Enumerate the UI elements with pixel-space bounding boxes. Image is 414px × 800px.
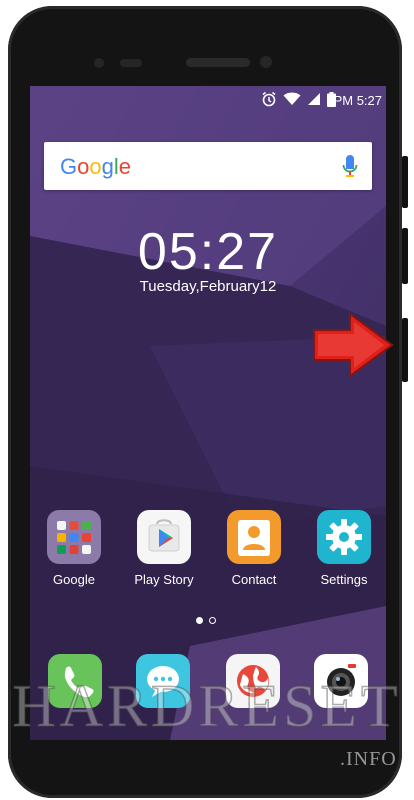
page-dot-active[interactable]: [196, 617, 203, 624]
earpiece-speaker: [186, 58, 250, 67]
mic-icon[interactable]: [342, 154, 358, 178]
app-play-store[interactable]: Play Story: [126, 510, 202, 587]
app-settings[interactable]: Settings: [306, 510, 382, 587]
status-time: PM 5:27: [333, 93, 382, 108]
volume-down-button[interactable]: [402, 228, 408, 284]
page-indicator: [196, 617, 216, 624]
settings-icon: [317, 510, 371, 564]
google-folder-icon: [47, 510, 101, 564]
volume-up-button[interactable]: [402, 156, 408, 208]
app-label: Google: [53, 572, 95, 587]
proximity-sensor: [120, 59, 142, 67]
clock-date: Tuesday,February12: [139, 278, 277, 295]
status-icons: [261, 91, 336, 107]
app-label: Play Story: [134, 572, 194, 587]
app-label: Contact: [231, 572, 277, 587]
red-arrow-indicator: [313, 312, 394, 378]
google-search-bar[interactable]: Google: [44, 142, 372, 190]
watermark-suffix: .INFO: [340, 748, 397, 770]
signal-icon: [308, 93, 320, 105]
status-bar: PM 5:27: [30, 86, 386, 114]
home-screen: PM 5:27 Google 05:27 Tuesday,February12: [30, 86, 386, 740]
app-google-folder[interactable]: Google: [36, 510, 112, 587]
contact-icon: [227, 510, 281, 564]
power-button[interactable]: [402, 318, 408, 382]
play-store-icon: [137, 510, 191, 564]
watermark-main: HARDRESET: [12, 672, 402, 740]
front-camera: [94, 58, 104, 68]
page-dot[interactable]: [209, 617, 216, 624]
front-flash: [260, 56, 272, 68]
alarm-icon: [262, 91, 276, 107]
app-contact[interactable]: Contact: [216, 510, 292, 587]
google-logo: Google: [60, 154, 132, 179]
app-label: Settings: [320, 572, 368, 587]
wifi-icon: [283, 92, 301, 105]
clock-time: 05:27: [137, 223, 279, 281]
